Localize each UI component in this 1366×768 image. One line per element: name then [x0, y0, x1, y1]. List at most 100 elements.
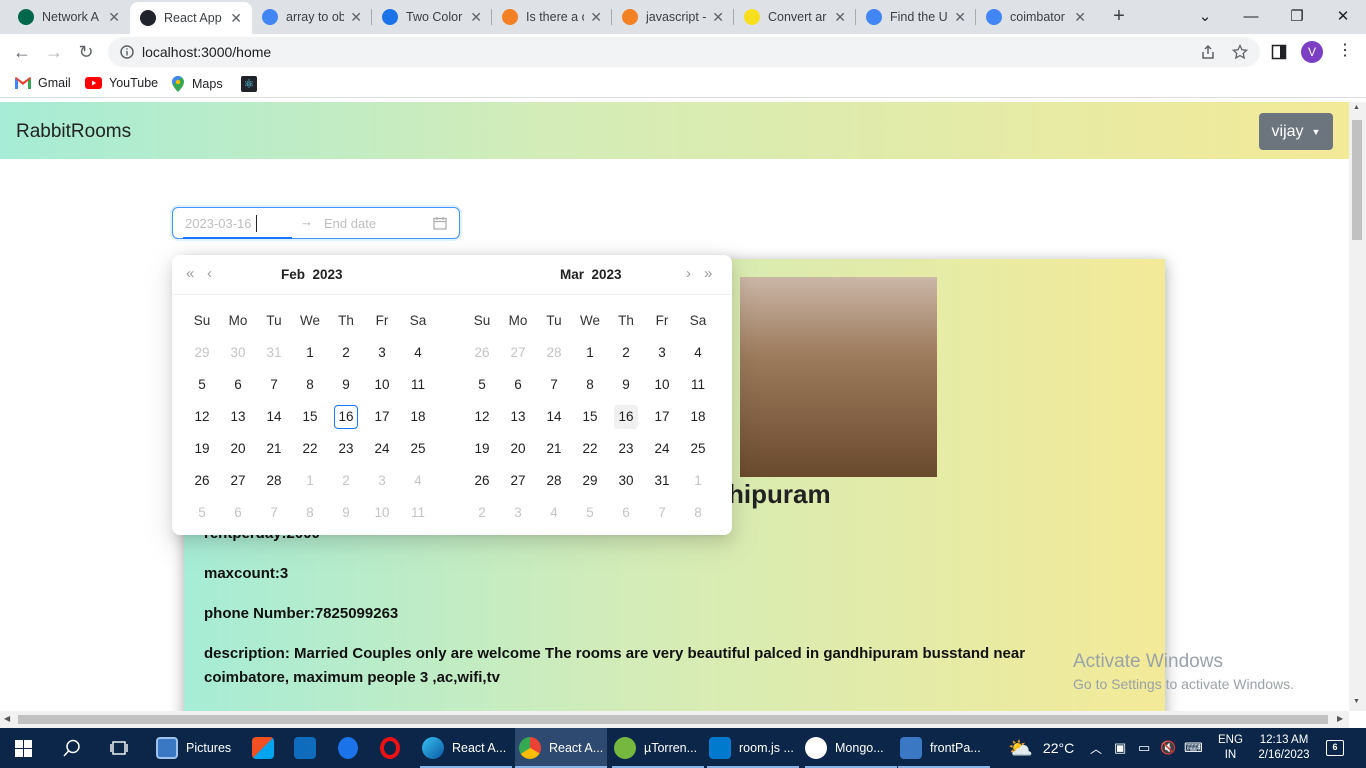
end-date-input[interactable]: End date [324, 216, 376, 231]
vertical-scrollbar[interactable]: ▲ ▼ [1349, 102, 1366, 711]
close-window-button[interactable]: ✕ [1320, 0, 1366, 32]
task-view-icon[interactable] [110, 740, 128, 756]
calendar-day-left[interactable]: 12 [190, 405, 214, 429]
info-icon[interactable] [120, 45, 134, 59]
left-month-title[interactable]: Feb 2023 [281, 267, 343, 282]
calendar-day-left[interactable]: 6 [226, 501, 250, 525]
weather-widget[interactable]: ⛅ 22°C [1008, 728, 1074, 768]
calendar-day-right[interactable]: 18 [686, 405, 710, 429]
calendar-day-right[interactable]: 30 [614, 469, 638, 493]
tab-close-icon[interactable]: ✕ [350, 9, 362, 26]
tab-close-icon[interactable]: ✕ [590, 9, 602, 26]
taskbar-chrome[interactable]: React A... [515, 728, 607, 768]
tab-4[interactable]: Two Color ✕ [372, 0, 492, 34]
windows-start-icon[interactable] [15, 740, 32, 757]
calendar-day-right[interactable]: 4 [686, 341, 710, 365]
calendar-day-left[interactable]: 3 [370, 341, 394, 365]
taskbar-opera[interactable] [380, 728, 406, 768]
calendar-day-left[interactable]: 6 [226, 373, 250, 397]
tab-close-icon[interactable]: ✕ [834, 9, 846, 26]
taskbar-bluetooth[interactable] [338, 728, 364, 768]
calendar-day-right[interactable]: 21 [542, 437, 566, 461]
tray-chevron-icon[interactable]: ︿ [1090, 728, 1102, 768]
taskbar-utorrent[interactable]: µTorren... [612, 728, 704, 768]
calendar-day-right[interactable]: 25 [686, 437, 710, 461]
tab-2[interactable]: React App ✕ [130, 2, 252, 34]
tab-6[interactable]: javascript - ✕ [612, 0, 734, 34]
calendar-day-left[interactable]: 4 [406, 341, 430, 365]
calendar-day-left[interactable]: 8 [298, 501, 322, 525]
tab-search-icon[interactable]: ⌄ [1182, 0, 1228, 32]
tab-close-icon[interactable]: ✕ [108, 9, 120, 26]
calendar-day-left[interactable]: 4 [406, 469, 430, 493]
left-month[interactable]: Feb [281, 267, 305, 282]
calendar-day-right[interactable]: 15 [578, 405, 602, 429]
calendar-day-left[interactable]: 15 [298, 405, 322, 429]
bookmark-gmail[interactable]: Gmail [15, 76, 71, 90]
calendar-icon[interactable] [433, 216, 447, 230]
calendar-day-right[interactable]: 2 [614, 341, 638, 365]
tab-1[interactable]: Network A ✕ [8, 0, 130, 34]
tab-3[interactable]: array to ob ✕ [252, 0, 372, 34]
calendar-day-left[interactable]: 1 [298, 469, 322, 493]
taskbar-store[interactable] [252, 728, 278, 768]
calendar-day-right[interactable]: 8 [686, 501, 710, 525]
calendar-day-left[interactable]: 21 [262, 437, 286, 461]
calendar-day-right[interactable]: 23 [614, 437, 638, 461]
meet-now-icon[interactable]: ▣ [1114, 728, 1126, 768]
scroll-right-icon[interactable]: ▶ [1337, 714, 1343, 723]
forward-button[interactable]: → [40, 38, 68, 66]
back-button[interactable]: ← [8, 38, 36, 66]
prev-month-icon[interactable]: ‹ [207, 265, 212, 282]
calendar-day-right[interactable]: 14 [542, 405, 566, 429]
calendar-day-right[interactable]: 17 [650, 405, 674, 429]
search-icon[interactable] [63, 739, 81, 757]
calendar-day-right[interactable]: 10 [650, 373, 674, 397]
tab-close-icon[interactable]: ✕ [470, 9, 482, 26]
calendar-day-left[interactable]: 30 [226, 341, 250, 365]
left-year[interactable]: 2023 [313, 267, 343, 282]
calendar-day-left[interactable]: 7 [262, 501, 286, 525]
volume-icon[interactable]: 🔇 [1160, 728, 1176, 768]
scroll-left-icon[interactable]: ◀ [4, 714, 10, 723]
calendar-day-left[interactable]: 10 [370, 501, 394, 525]
calendar-day-right[interactable]: 27 [506, 341, 530, 365]
calendar-day-left[interactable]: 5 [190, 501, 214, 525]
calendar-day-left[interactable]: 18 [406, 405, 430, 429]
calendar-day-right[interactable]: 26 [470, 469, 494, 493]
calendar-day-right[interactable]: 16 [614, 405, 638, 429]
calendar-day-right[interactable]: 12 [470, 405, 494, 429]
start-date-input[interactable]: 2023-03-16 [185, 216, 252, 231]
user-dropdown-button[interactable]: vijay ▼ [1259, 113, 1333, 150]
calendar-day-left[interactable]: 26 [190, 469, 214, 493]
calendar-day-right[interactable]: 26 [470, 341, 494, 365]
calendar-day-left[interactable]: 5 [190, 373, 214, 397]
taskbar-mongodb[interactable]: Mongo... [805, 728, 897, 768]
keyboard-icon[interactable]: ⌨ [1184, 728, 1203, 768]
horizontal-scroll-thumb[interactable] [18, 715, 1328, 724]
tab-7[interactable]: Convert ar ✕ [734, 0, 856, 34]
calendar-day-left[interactable]: 3 [370, 469, 394, 493]
tab-close-icon[interactable]: ✕ [1074, 9, 1086, 26]
right-month-title[interactable]: Mar 2023 [560, 267, 622, 282]
calendar-day-left[interactable]: 13 [226, 405, 250, 429]
calendar-day-left[interactable]: 11 [406, 373, 430, 397]
calendar-day-left[interactable]: 8 [298, 373, 322, 397]
calendar-day-left[interactable]: 17 [370, 405, 394, 429]
minimize-button[interactable]: — [1228, 0, 1274, 32]
taskbar-vscode[interactable]: room.js ... [707, 728, 799, 768]
vertical-scroll-thumb[interactable] [1352, 120, 1362, 240]
tab-close-icon[interactable]: ✕ [230, 10, 242, 27]
calendar-day-left[interactable]: 24 [370, 437, 394, 461]
calendar-day-right[interactable]: 5 [470, 373, 494, 397]
prev-year-icon[interactable]: « [186, 265, 194, 282]
calendar-day-left[interactable]: 1 [298, 341, 322, 365]
calendar-day-right[interactable]: 5 [578, 501, 602, 525]
calendar-day-left[interactable]: 20 [226, 437, 250, 461]
taskbar-frontpage[interactable]: frontPa... [898, 728, 990, 768]
scroll-up-icon[interactable]: ▲ [1353, 104, 1360, 111]
brand-logo[interactable]: RabbitRooms [16, 121, 131, 143]
calendar-day-right[interactable]: 9 [614, 373, 638, 397]
calendar-day-left[interactable]: 16 [334, 405, 358, 429]
calendar-day-right[interactable]: 19 [470, 437, 494, 461]
